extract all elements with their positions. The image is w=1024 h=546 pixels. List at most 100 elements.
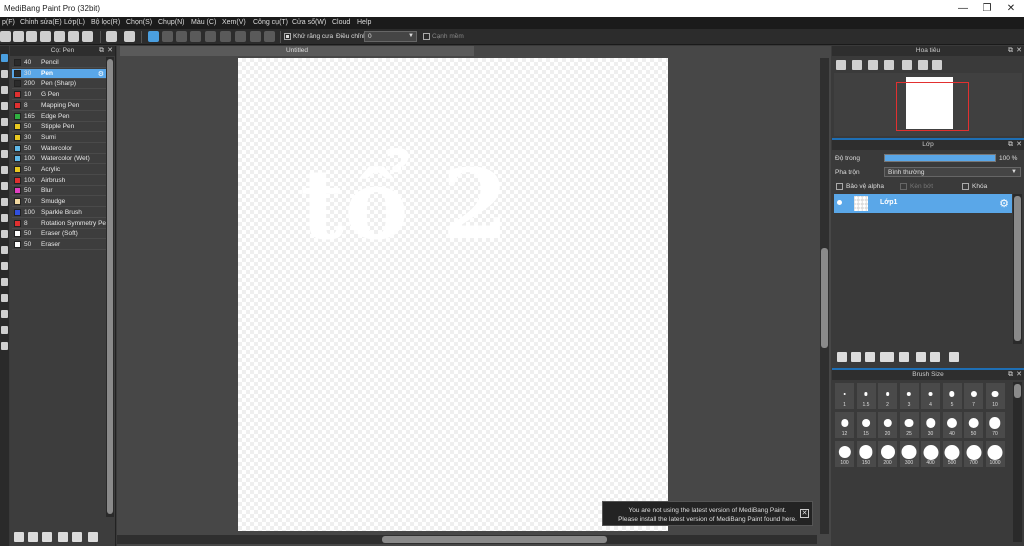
zoom-in-icon[interactable] [836, 60, 846, 70]
blend-mode-select[interactable]: Bình thường ▼ [884, 167, 1021, 177]
clipping-checkbox[interactable] [900, 183, 907, 190]
close-icon[interactable]: ✕ [1016, 141, 1022, 149]
brush-item[interactable]: 8 Rotation Symmetry Pe [12, 218, 106, 229]
brush-item[interactable]: 50 Eraser [12, 239, 106, 250]
brush-item[interactable]: 50 Stipple Pen [12, 122, 106, 133]
brush-item[interactable]: 8 Mapping Pen [12, 100, 106, 111]
new-icon[interactable] [0, 31, 11, 42]
rotate-left-icon[interactable] [902, 60, 912, 70]
brush-item[interactable]: 10 G Pen [12, 90, 106, 101]
snap-settings-icon[interactable] [250, 31, 261, 42]
snap-vanish-icon[interactable] [190, 31, 201, 42]
notification-close-icon[interactable]: ✕ [800, 509, 809, 518]
menu-view[interactable]: Xem(V) [222, 19, 246, 26]
delete-layer-icon[interactable] [949, 352, 959, 362]
pen-tool-icon[interactable] [1, 54, 8, 62]
snap-curve-icon[interactable] [235, 31, 246, 42]
close-icon[interactable]: ✕ [107, 47, 113, 55]
brush-item[interactable]: 50 Watercolor [12, 143, 106, 154]
divide-tool-icon[interactable] [1, 278, 8, 286]
gear-icon[interactable]: ⚙ [98, 70, 104, 78]
snap-parallel-icon[interactable] [162, 31, 173, 42]
close-icon[interactable]: ✕ [1016, 47, 1022, 55]
brush-size-cell[interactable]: 25 [898, 411, 920, 439]
merge-layer-icon[interactable] [930, 352, 940, 362]
add-brush-icon[interactable] [14, 532, 24, 542]
hand-tool-icon[interactable] [1, 246, 8, 254]
scrollbar-thumb[interactable] [821, 248, 828, 348]
brush-item[interactable]: 40 Pencil [12, 58, 106, 68]
brush-size-cell[interactable]: 10 [984, 382, 1006, 410]
snap-radial-icon[interactable] [205, 31, 216, 42]
duplicate-layer-icon[interactable] [916, 352, 926, 362]
brush-item[interactable]: 100 Airbrush [12, 175, 106, 186]
brush-size-cell[interactable]: 5 [941, 382, 963, 410]
opacity-slider[interactable] [884, 154, 996, 162]
drawing-canvas[interactable]: tổ 2 [238, 58, 668, 531]
add-layer-menu-icon[interactable] [880, 352, 894, 362]
edge-checkbox[interactable] [423, 33, 430, 40]
brush-size-cell[interactable]: 100 [834, 440, 855, 468]
redo-icon[interactable] [124, 31, 135, 42]
rotate-right-icon[interactable] [932, 60, 942, 70]
fit-screen-icon[interactable] [868, 60, 878, 70]
text-tool-icon[interactable] [1, 230, 8, 238]
brush-size-cell[interactable]: 1 [834, 382, 855, 410]
brush-list-scrollbar[interactable] [106, 57, 114, 517]
menu-help[interactable]: Help [357, 19, 371, 26]
snap-off-icon[interactable] [148, 31, 159, 42]
update-notification[interactable]: You are not using the latest version of … [602, 501, 813, 526]
brush-item[interactable]: 50 Acrylic [12, 165, 106, 175]
protect-alpha-checkbox[interactable] [836, 183, 843, 190]
ruler-tool-icon[interactable] [1, 310, 8, 318]
flip-icon[interactable] [918, 60, 928, 70]
panel-icon[interactable] [82, 31, 93, 42]
brush-size-cell[interactable]: 50 [963, 411, 984, 439]
snap-circle-icon[interactable] [220, 31, 231, 42]
brush-size-cell[interactable]: 7 [963, 382, 984, 410]
brush-size-cell[interactable]: 700 [963, 440, 984, 468]
magic-wand-icon[interactable] [1, 182, 8, 190]
brush-size-cell[interactable]: 1.5 [855, 382, 877, 410]
eyedropper-icon[interactable] [1, 214, 8, 222]
save-icon[interactable] [54, 31, 65, 42]
menu-edit[interactable]: Chỉnh sửa(E) [20, 19, 62, 26]
chat-icon[interactable] [40, 31, 51, 42]
new-halftone-layer-icon[interactable] [851, 352, 861, 362]
undo-icon[interactable] [106, 31, 117, 42]
move-tool-icon[interactable] [1, 102, 8, 110]
lasso-tool-icon[interactable] [1, 166, 8, 174]
menu-cloud[interactable]: Cloud [332, 19, 350, 26]
brush-item[interactable]: 50 Eraser (Soft) [12, 229, 106, 240]
restore-button[interactable]: ❐ [980, 2, 994, 15]
brush-size-scrollbar[interactable] [1013, 382, 1022, 542]
snap-config-icon[interactable] [264, 31, 275, 42]
grid-icon[interactable] [68, 31, 79, 42]
blur-tool-icon[interactable] [1, 326, 8, 334]
popout-icon[interactable]: ⧉ [1008, 141, 1013, 149]
brush-size-cell[interactable]: 500 [941, 440, 963, 468]
brush-size-cell[interactable]: 12 [834, 411, 855, 439]
menu-snap[interactable]: Chụp(N) [158, 19, 184, 26]
brush-size-cell[interactable]: 1000 [984, 440, 1006, 468]
zoom-tool-icon[interactable] [1, 262, 8, 270]
popout-icon[interactable]: ⧉ [1008, 371, 1013, 379]
scrollbar-thumb[interactable] [382, 536, 607, 543]
brush-size-cell[interactable]: 15 [855, 411, 877, 439]
canvas-vertical-scrollbar[interactable] [820, 58, 829, 534]
brush-size-cell[interactable]: 4 [920, 382, 941, 410]
brush-size-cell[interactable]: 30 [920, 411, 941, 439]
minimize-button[interactable]: — [956, 2, 970, 15]
select-tool-icon[interactable] [1, 150, 8, 158]
brush-item[interactable]: 165 Edge Pen [12, 111, 106, 122]
brush-item[interactable]: 30 Sumi [12, 132, 106, 143]
brush-settings-icon[interactable] [42, 532, 52, 542]
select-pen-icon[interactable] [1, 198, 8, 206]
scrollbar-thumb[interactable] [1014, 384, 1021, 398]
adjust-select[interactable]: 0 ▼ [364, 31, 417, 42]
menu-file[interactable]: p(F) [2, 19, 15, 26]
brush-size-cell[interactable]: 2 [877, 382, 898, 410]
eraser-tool-icon[interactable] [1, 70, 8, 78]
navigator-viewport-frame[interactable] [896, 82, 969, 131]
popout-icon[interactable]: ⧉ [1008, 47, 1013, 55]
